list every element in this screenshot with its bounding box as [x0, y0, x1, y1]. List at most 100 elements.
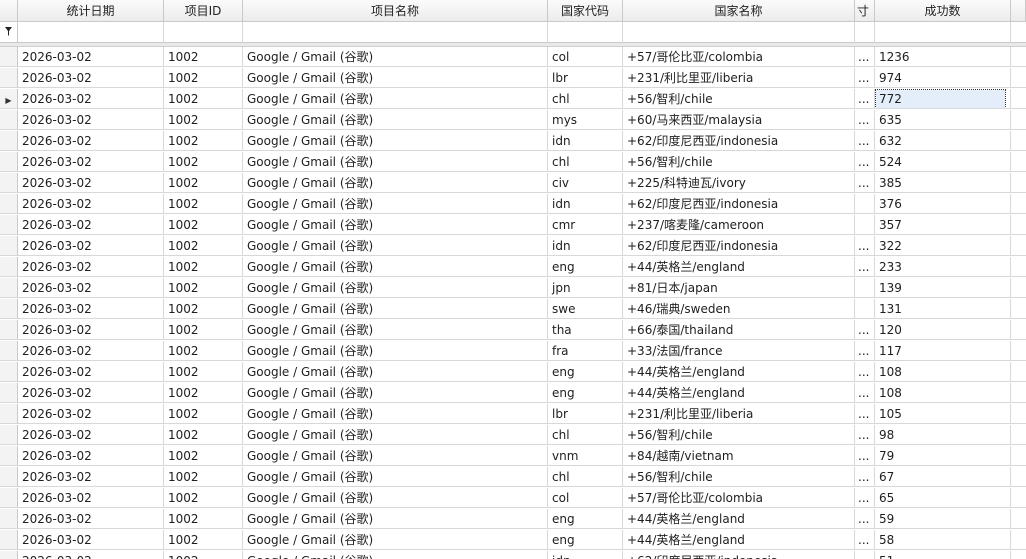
cell-project-name[interactable]: Google / Gmail (谷歌)	[243, 446, 548, 466]
cell-narrow[interactable]: ...	[855, 47, 875, 67]
row-indicator[interactable]	[0, 509, 18, 529]
cell-country-code[interactable]: eng	[548, 530, 623, 550]
cell-country-code[interactable]: eng	[548, 509, 623, 529]
cell-narrow[interactable]: ...	[855, 530, 875, 550]
cell-date[interactable]: 2026-03-02	[18, 341, 164, 361]
cell-success-count[interactable]: 51	[875, 551, 1011, 559]
row-indicator[interactable]	[0, 68, 18, 88]
cell-narrow[interactable]: ...	[855, 257, 875, 277]
cell-success-count[interactable]: 59	[875, 509, 1011, 529]
cell-date[interactable]: 2026-03-02	[18, 89, 164, 109]
cell-country-name[interactable]: +56/智利/chile	[623, 152, 855, 172]
row-indicator[interactable]	[0, 383, 18, 403]
cell-country-code[interactable]: col	[548, 47, 623, 67]
cell-project-id[interactable]: 1002	[164, 68, 243, 88]
cell-country-code[interactable]: chl	[548, 425, 623, 445]
cell-success-count[interactable]: 357	[875, 215, 1011, 235]
cell-date[interactable]: 2026-03-02	[18, 383, 164, 403]
row-indicator[interactable]	[0, 530, 18, 550]
cell-success-count[interactable]: 139	[875, 278, 1011, 298]
filter-input-country-code[interactable]	[548, 22, 623, 43]
cell-success-count[interactable]: 524	[875, 152, 1011, 172]
cell-project-id[interactable]: 1002	[164, 404, 243, 424]
cell-country-code[interactable]: col	[548, 488, 623, 508]
cell-date[interactable]: 2026-03-02	[18, 362, 164, 382]
cell-success-count[interactable]: 67	[875, 467, 1011, 487]
cell-project-name[interactable]: Google / Gmail (谷歌)	[243, 278, 548, 298]
table-row[interactable]: 2026-03-02 1002 Google / Gmail (谷歌) idn …	[0, 236, 1026, 257]
cell-country-name[interactable]: +62/印度尼西亚/indonesia	[623, 131, 855, 151]
cell-project-id[interactable]: 1002	[164, 89, 243, 109]
table-row[interactable]: 2026-03-02 1002 Google / Gmail (谷歌) lbr …	[0, 68, 1026, 89]
cell-project-name[interactable]: Google / Gmail (谷歌)	[243, 404, 548, 424]
cell-narrow[interactable]: ...	[855, 446, 875, 466]
cell-project-name[interactable]: Google / Gmail (谷歌)	[243, 299, 548, 319]
cell-project-id[interactable]: 1002	[164, 383, 243, 403]
cell-narrow[interactable]	[855, 278, 875, 298]
table-row[interactable]: 2026-03-02 1002 Google / Gmail (谷歌) jpn …	[0, 278, 1026, 299]
cell-narrow[interactable]	[855, 194, 875, 214]
cell-project-id[interactable]: 1002	[164, 488, 243, 508]
cell-narrow[interactable]: ...	[855, 152, 875, 172]
cell-date[interactable]: 2026-03-02	[18, 404, 164, 424]
cell-success-count[interactable]: 79	[875, 446, 1011, 466]
cell-country-name[interactable]: +81/日本/japan	[623, 278, 855, 298]
cell-country-name[interactable]: +44/英格兰/england	[623, 530, 855, 550]
cell-country-name[interactable]: +44/英格兰/england	[623, 257, 855, 277]
cell-project-id[interactable]: 1002	[164, 131, 243, 151]
cell-country-name[interactable]: +44/英格兰/england	[623, 509, 855, 529]
cell-country-code[interactable]: cmr	[548, 215, 623, 235]
cell-country-name[interactable]: +46/瑞典/sweden	[623, 299, 855, 319]
cell-success-count[interactable]: 1236	[875, 47, 1011, 67]
row-indicator[interactable]: ▶	[0, 89, 18, 109]
cell-narrow[interactable]: ...	[855, 68, 875, 88]
cell-project-name[interactable]: Google / Gmail (谷歌)	[243, 509, 548, 529]
column-header-project-id[interactable]: 项目ID	[164, 0, 243, 22]
table-row[interactable]: 2026-03-02 1002 Google / Gmail (谷歌) eng …	[0, 362, 1026, 383]
table-row[interactable]: 2026-03-02 1002 Google / Gmail (谷歌) tha …	[0, 320, 1026, 341]
row-indicator[interactable]	[0, 404, 18, 424]
cell-project-name[interactable]: Google / Gmail (谷歌)	[243, 488, 548, 508]
cell-country-code[interactable]: chl	[548, 152, 623, 172]
cell-success-count[interactable]: 105	[875, 404, 1011, 424]
cell-country-name[interactable]: +231/利比里亚/liberia	[623, 68, 855, 88]
cell-country-name[interactable]: +237/喀麦隆/cameroon	[623, 215, 855, 235]
cell-country-code[interactable]: chl	[548, 467, 623, 487]
table-row[interactable]: 2026-03-02 1002 Google / Gmail (谷歌) chl …	[0, 152, 1026, 173]
cell-project-name[interactable]: Google / Gmail (谷歌)	[243, 341, 548, 361]
table-row[interactable]: 2026-03-02 1002 Google / Gmail (谷歌) lbr …	[0, 404, 1026, 425]
cell-project-name[interactable]: Google / Gmail (谷歌)	[243, 530, 548, 550]
cell-date[interactable]: 2026-03-02	[18, 215, 164, 235]
cell-country-name[interactable]: +60/马来西亚/malaysia	[623, 110, 855, 130]
cell-project-id[interactable]: 1002	[164, 194, 243, 214]
cell-date[interactable]: 2026-03-02	[18, 446, 164, 466]
cell-project-name[interactable]: Google / Gmail (谷歌)	[243, 383, 548, 403]
cell-country-name[interactable]: +44/英格兰/england	[623, 383, 855, 403]
cell-project-name[interactable]: Google / Gmail (谷歌)	[243, 173, 548, 193]
cell-country-code[interactable]: eng	[548, 383, 623, 403]
row-indicator[interactable]	[0, 173, 18, 193]
cell-date[interactable]: 2026-03-02	[18, 236, 164, 256]
cell-date[interactable]: 2026-03-02	[18, 530, 164, 550]
cell-country-code[interactable]: fra	[548, 341, 623, 361]
cell-project-id[interactable]: 1002	[164, 530, 243, 550]
cell-project-id[interactable]: 1002	[164, 467, 243, 487]
table-row[interactable]: 2026-03-02 1002 Google / Gmail (谷歌) idn …	[0, 194, 1026, 215]
cell-project-name[interactable]: Google / Gmail (谷歌)	[243, 425, 548, 445]
filter-input-project-name[interactable]	[243, 22, 548, 43]
column-header-narrow[interactable]: 寸	[855, 0, 875, 22]
cell-country-name[interactable]: +62/印度尼西亚/indonesia	[623, 194, 855, 214]
cell-project-id[interactable]: 1002	[164, 110, 243, 130]
cell-success-count[interactable]: 632	[875, 131, 1011, 151]
table-row[interactable]: 2026-03-02 1002 Google / Gmail (谷歌) eng …	[0, 383, 1026, 404]
cell-project-id[interactable]: 1002	[164, 362, 243, 382]
row-indicator[interactable]	[0, 362, 18, 382]
cell-date[interactable]: 2026-03-02	[18, 425, 164, 445]
cell-success-count[interactable]: 376	[875, 194, 1011, 214]
cell-project-id[interactable]: 1002	[164, 509, 243, 529]
cell-country-code[interactable]: swe	[548, 299, 623, 319]
row-indicator[interactable]	[0, 488, 18, 508]
table-row[interactable]: 2026-03-02 1002 Google / Gmail (谷歌) eng …	[0, 257, 1026, 278]
cell-project-id[interactable]: 1002	[164, 446, 243, 466]
row-indicator[interactable]	[0, 320, 18, 340]
